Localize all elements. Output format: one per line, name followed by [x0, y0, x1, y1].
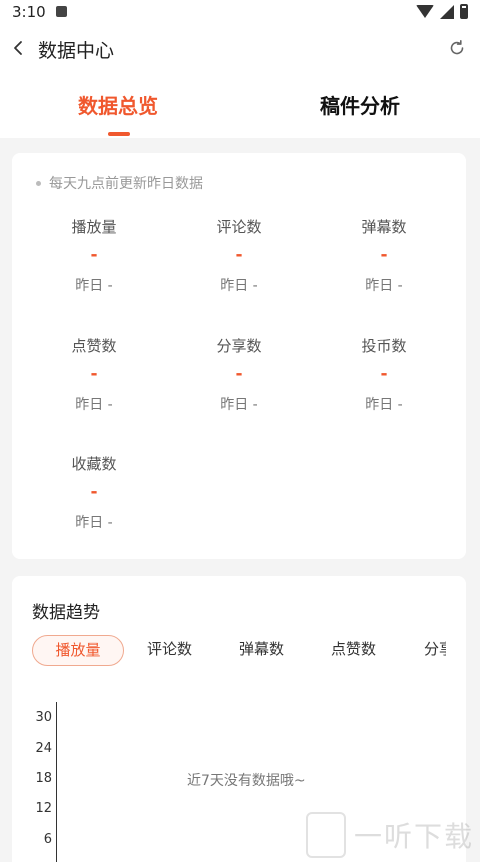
tab-indicator: [108, 132, 130, 136]
tab-bar: 数据总览 稿件分析: [0, 72, 480, 138]
overview-card: 每天九点前更新昨日数据 播放量 - 昨日 - 评论数 - 昨日 - 弹幕数 - …: [12, 153, 466, 559]
stat-label: 弹幕数: [361, 218, 407, 236]
stat-comments[interactable]: 评论数 - 昨日 -: [174, 216, 304, 295]
stat-prev: 昨日 -: [365, 278, 403, 294]
stat-shares[interactable]: 分享数 - 昨日 -: [174, 335, 304, 414]
notice-text: 每天九点前更新昨日数据: [49, 176, 203, 192]
stat-label: 分享数: [216, 337, 262, 355]
chip-likes[interactable]: 点赞数: [331, 635, 376, 666]
refresh-icon[interactable]: [448, 39, 466, 57]
y-tick: 12: [35, 801, 52, 816]
metric-chip-row: 播放量 评论数 弹幕数 点赞数 分享数: [32, 635, 446, 667]
y-tick: 30: [35, 710, 52, 725]
y-tick: 24: [35, 741, 52, 756]
battery-icon: [460, 4, 468, 19]
stat-label: 点赞数: [71, 337, 117, 355]
stat-favorites[interactable]: 收藏数 - 昨日 -: [29, 453, 159, 532]
stat-value: -: [90, 245, 98, 265]
stat-value: -: [90, 364, 98, 384]
empty-state-text: 近7天没有数据哦~: [187, 773, 306, 789]
update-notice: 每天九点前更新昨日数据: [36, 173, 203, 193]
notification-icon: [56, 6, 67, 17]
stat-likes[interactable]: 点赞数 - 昨日 -: [29, 335, 159, 414]
wifi-icon: [416, 5, 434, 18]
chip-plays[interactable]: 播放量: [32, 635, 124, 666]
stat-prev: 昨日 -: [75, 515, 113, 531]
y-tick: 18: [35, 771, 52, 786]
bullet-icon: [36, 180, 41, 186]
stat-prev: 昨日 -: [75, 397, 113, 413]
stat-label: 播放量: [71, 218, 117, 236]
trend-title: 数据趋势: [32, 603, 100, 623]
watermark: 一听下载: [305, 812, 474, 858]
stat-prev: 昨日 -: [220, 397, 258, 413]
signal-icon: [440, 4, 454, 19]
chip-shares[interactable]: 分享数: [424, 635, 446, 666]
stat-label: 评论数: [216, 218, 262, 236]
back-icon[interactable]: [8, 37, 30, 59]
stat-prev: 昨日 -: [75, 278, 113, 294]
stat-value: -: [235, 364, 243, 384]
app-bar: 数据中心: [0, 26, 480, 72]
stat-value: -: [90, 482, 98, 502]
y-tick: 6: [43, 832, 52, 847]
stat-prev: 昨日 -: [365, 397, 403, 413]
stat-coins[interactable]: 投币数 - 昨日 -: [319, 335, 449, 414]
stat-label: 收藏数: [71, 455, 117, 473]
stat-plays[interactable]: 播放量 - 昨日 -: [29, 216, 159, 295]
stat-label: 投币数: [361, 337, 407, 355]
stat-value: -: [380, 364, 388, 384]
stat-value: -: [380, 245, 388, 265]
status-time: 3:10: [12, 3, 46, 21]
page-title: 数据中心: [38, 40, 115, 62]
watermark-text: 一听下载: [353, 820, 474, 853]
stat-danmaku[interactable]: 弹幕数 - 昨日 -: [319, 216, 449, 295]
tab-data-overview[interactable]: 数据总览: [78, 90, 158, 119]
chip-danmaku[interactable]: 弹幕数: [239, 635, 284, 666]
chip-comments[interactable]: 评论数: [147, 635, 192, 666]
y-axis-line: [56, 702, 57, 862]
tab-manuscript-analysis[interactable]: 稿件分析: [320, 90, 400, 119]
watermark-logo-icon: [305, 812, 346, 858]
status-icons: [416, 4, 468, 19]
stat-prev: 昨日 -: [220, 278, 258, 294]
status-bar: 3:10: [0, 0, 480, 26]
stat-value: -: [235, 245, 243, 265]
